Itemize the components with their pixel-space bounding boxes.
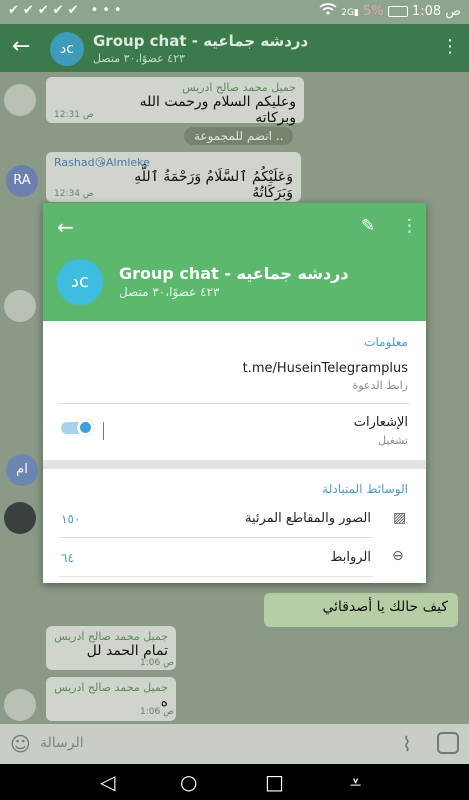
message-input-bar: ☺ الرسالة ⌇ — [0, 724, 469, 764]
overflow-menu-icon[interactable]: ⋮ — [441, 36, 459, 57]
dialog-group-title: Group chat - دردشه جماعيه — [119, 264, 349, 283]
dialog-overflow-menu-icon[interactable]: ⋮ — [401, 216, 418, 236]
message-time: 12:31 ص — [54, 110, 94, 120]
shared-media-title: الوسائط المتبادلة — [322, 482, 408, 496]
message-sender: جميل محمد صالح ادريس — [54, 681, 168, 694]
dialog-group-subtitle: ٤٢٣ عضوًا،٣٠ متصل — [119, 285, 220, 299]
back-arrow-icon[interactable]: ← — [12, 34, 30, 59]
sender-avatar[interactable] — [4, 689, 36, 721]
wifi-icon — [319, 3, 341, 19]
clock-ampm: ص — [445, 4, 461, 19]
message-time: 1:06 ص — [140, 658, 174, 668]
links-label[interactable]: الروابط — [330, 550, 371, 565]
chat-title[interactable]: Group chat - دردشه جماعيه — [93, 32, 308, 50]
dialog-back-arrow-icon[interactable]: ← — [57, 215, 74, 239]
chat-app-bar: ← دc Group chat - دردشه جماعيه ٤٢٣ عضوًا… — [0, 24, 469, 72]
battery-percent: 5% — [363, 4, 384, 19]
group-info-dialog: ← ✎ ⋮ دc Group chat - دردشه جماعيه ٤٢٣ ع… — [43, 203, 426, 583]
section-separator — [43, 460, 426, 469]
divider — [59, 576, 373, 577]
sender-avatar[interactable] — [4, 290, 36, 322]
status-bar: ✔✔✔✔✔ ••• 2G▮ 5% ص 1:08 — [0, 0, 469, 24]
nav-recents-icon[interactable]: □ — [265, 770, 284, 794]
sender-avatar[interactable]: RA — [6, 165, 38, 197]
message-text: تمام الحمد لل — [86, 643, 168, 659]
photos-videos-label[interactable]: الصور والمقاطع المرئية — [245, 511, 371, 526]
clock: 1:08 — [411, 4, 442, 19]
dialog-header: ← ✎ ⋮ دc Group chat - دردشه جماعيه ٤٢٣ ع… — [43, 203, 426, 321]
battery-icon — [387, 6, 408, 17]
dialog-group-avatar[interactable]: دc — [57, 259, 103, 305]
invite-link[interactable]: t.me/HuseinTelegramplus — [243, 361, 408, 376]
message-bubble[interactable]: جميل محمد صالح ادريس تمام الحمد لل 1:06 … — [46, 626, 176, 670]
nav-notifications-icon[interactable]: ⩡ — [350, 770, 361, 794]
check-icons: ✔✔✔✔✔ — [8, 3, 83, 18]
message-sender: Rashad😘Almleke — [54, 156, 150, 169]
sender-avatar[interactable] — [4, 502, 36, 534]
message-sender: جميل محمد صالح ادريس — [182, 81, 296, 94]
sender-avatar[interactable] — [4, 84, 36, 116]
message-bubble[interactable]: جميل محمد صالح ادريس وعليكم السلام ورحمت… — [46, 77, 304, 126]
divider — [59, 537, 373, 538]
attach-icon[interactable]: ⌇ — [402, 732, 412, 756]
signal-icon: 2G▮ — [341, 8, 359, 18]
system-message: انضم للمجموعة .. — [184, 127, 294, 145]
more-notifications-icon: ••• — [90, 3, 126, 18]
nav-back-icon[interactable]: ◁ — [100, 770, 115, 794]
notification-icons: ✔✔✔✔✔ ••• — [8, 3, 126, 18]
photo-icon: ▨ — [393, 510, 407, 526]
notifications-label[interactable]: الإشعارات — [354, 415, 408, 430]
nav-home-icon[interactable]: ○ — [180, 770, 197, 794]
emoji-icon[interactable]: ☺ — [10, 732, 31, 756]
sender-avatar[interactable]: ام — [6, 454, 38, 486]
message-time: 1:06 ص — [140, 707, 174, 717]
camera-icon[interactable] — [437, 732, 459, 754]
invite-link-label: رابط الدعوة — [352, 379, 408, 392]
chat-subtitle: ٤٢٣ عضوًا،٣٠ متصل — [93, 52, 186, 65]
photos-videos-count: ١٥٠ — [61, 512, 81, 526]
message-sender: جميل محمد صالح ادريس — [54, 630, 168, 643]
message-bubble[interactable]: Rashad😘Almleke وَعَلَيْكُمُ ٱلسَّلَامُ و… — [46, 152, 301, 202]
toggle-knob — [77, 419, 94, 436]
notifications-state: تشغيل — [378, 434, 408, 447]
message-time: 12:34 ص — [54, 189, 94, 199]
notifications-toggle[interactable] — [61, 419, 94, 436]
group-avatar[interactable]: دc — [50, 32, 84, 66]
outgoing-message[interactable]: كيف حالك يا أصدقائي — [264, 593, 458, 627]
info-section-title: معلومات — [364, 335, 408, 349]
status-right: 2G▮ 5% ص 1:08 — [319, 3, 461, 19]
toggle-divider — [103, 422, 104, 440]
message-input[interactable]: الرسالة — [40, 735, 84, 751]
link-icon: ⊖ — [392, 548, 404, 564]
links-count: ٦٤ — [61, 551, 74, 565]
message-bubble[interactable]: جميل محمد صالح ادريس ه 1:06 ص — [46, 677, 176, 721]
system-nav-bar: ◁ ○ □ ⩡ — [0, 764, 469, 800]
divider — [59, 403, 409, 404]
edit-pencil-icon[interactable]: ✎ — [361, 216, 375, 236]
